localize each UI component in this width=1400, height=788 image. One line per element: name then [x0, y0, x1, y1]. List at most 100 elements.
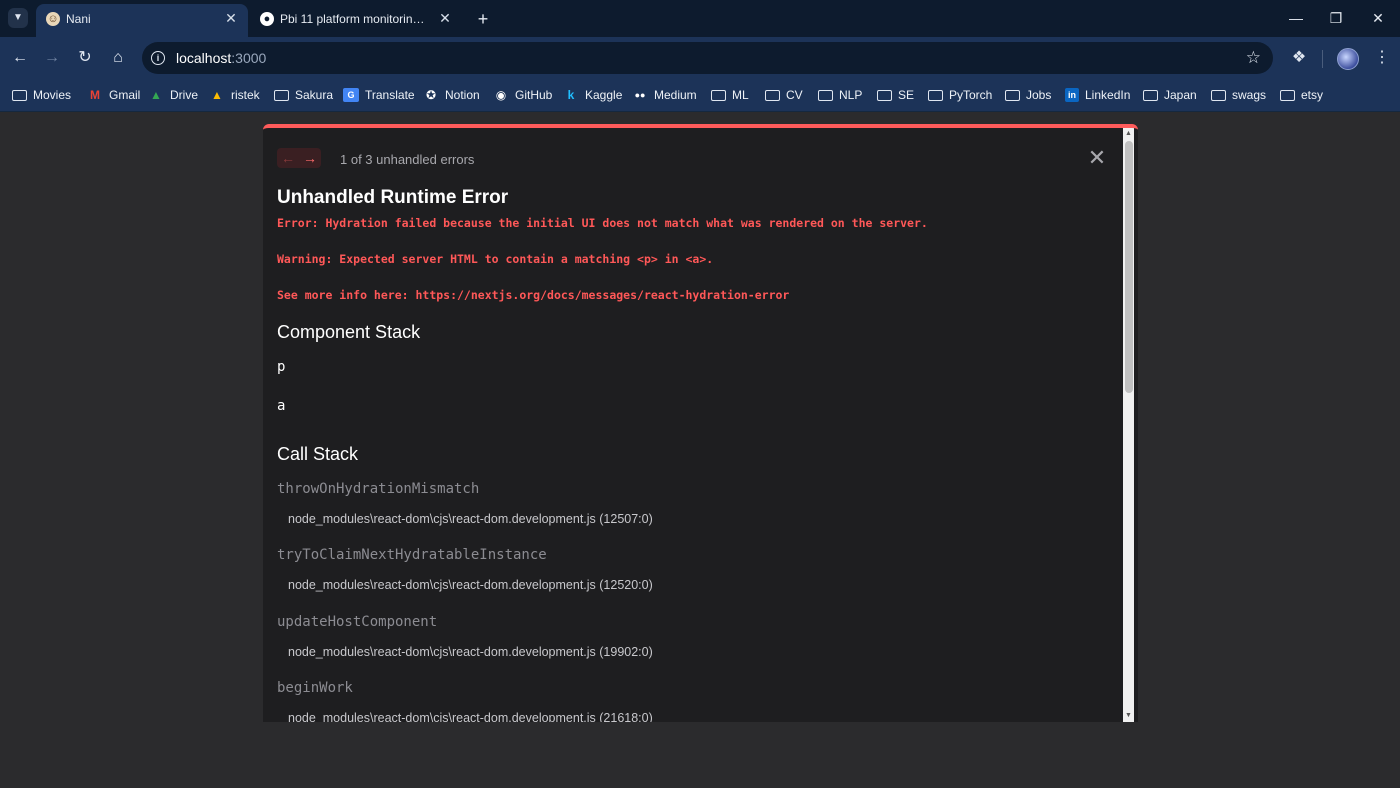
new-tab-plus-icon[interactable]: +	[473, 9, 493, 29]
address-bar[interactable]: i localhost:3000 ☆	[142, 42, 1273, 74]
tab-nani[interactable]: ☺ Nani ✕	[36, 4, 248, 37]
restore-icon[interactable]: ❐	[1324, 8, 1348, 28]
close-overlay-icon[interactable]: ✕	[1087, 147, 1107, 169]
error-overlay-dialog: ← → 1 of 3 unhandled errors ✕ Unhandled …	[263, 124, 1138, 722]
call-stack-function: tryToClaimNextHydratableInstance	[277, 547, 547, 563]
google-drive-icon: ▲	[150, 88, 162, 102]
bookmark-kaggle[interactable]: k Kaggle	[563, 85, 623, 105]
bookmark-label: Drive	[170, 88, 199, 102]
next-error-arrow-icon[interactable]: →	[299, 148, 321, 168]
bookmark-label: Sakura	[295, 88, 334, 102]
call-stack-file-link[interactable]: node_modules\react-dom\cjs\react-dom.dev…	[288, 512, 653, 526]
bookmark-ml[interactable]: ML	[711, 85, 749, 105]
call-stack-file-link[interactable]: node_modules\react-dom\cjs\react-dom.dev…	[288, 711, 653, 722]
bookmark-label: GitHub	[515, 88, 553, 102]
bookmark-ristek[interactable]: ▲ ristek	[209, 85, 260, 105]
bookmark-pytorch[interactable]: PyTorch	[928, 85, 992, 105]
bookmark-japan[interactable]: Japan	[1143, 85, 1197, 105]
anime-avatar-icon: ☺	[46, 12, 60, 26]
bookmark-label: CV	[786, 88, 803, 102]
call-stack-heading: Call Stack	[277, 444, 359, 464]
call-stack-function: updateHostComponent	[277, 614, 438, 630]
error-overlay-content: ← → 1 of 3 unhandled errors ✕ Unhandled …	[263, 128, 1123, 722]
extensions-puzzle-icon[interactable]: ❖	[1288, 47, 1310, 69]
component-stack-item: a	[277, 398, 286, 414]
browser-toolbar: ← → ↻ ⌂ i localhost:3000 ☆ ❖ ⋮	[0, 37, 1400, 79]
more-menu-icon[interactable]: ⋮	[1372, 47, 1392, 69]
bookmark-label: Jobs	[1026, 88, 1052, 102]
folder-icon	[274, 90, 289, 101]
bookmark-label: Movies	[33, 88, 72, 102]
error-title: Unhandled Runtime Error	[277, 187, 509, 208]
bookmark-jobs[interactable]: Jobs	[1005, 85, 1051, 105]
bookmark-etsy[interactable]: etsy	[1280, 85, 1323, 105]
bookmark-label: Japan	[1164, 88, 1197, 102]
toolbar-divider	[1322, 50, 1323, 68]
medium-icon: ●●	[634, 90, 646, 100]
bookmark-star-icon[interactable]: ☆	[1246, 48, 1261, 68]
reload-icon[interactable]: ↻	[74, 47, 96, 69]
profile-avatar[interactable]	[1337, 48, 1359, 70]
minimize-icon[interactable]: —	[1284, 8, 1308, 28]
bookmark-github[interactable]: ◉ GitHub	[493, 85, 553, 105]
bookmarks-bar: Movies M Gmail ▲ Drive ▲ ristek Sakura G Tra…	[0, 79, 1400, 112]
bookmark-notion[interactable]: ✪ Notion	[423, 85, 480, 105]
site-info-icon[interactable]: i	[151, 51, 165, 65]
bookmark-label: LinkedIn	[1085, 88, 1131, 102]
bookmark-label: ristek	[231, 88, 260, 102]
bookmark-gmail[interactable]: M Gmail	[87, 85, 140, 105]
scroll-up-arrow-icon[interactable]: ▲	[1123, 128, 1134, 140]
overlay-scrollbar[interactable]: ▲ ▼	[1123, 128, 1134, 722]
tab-title: Nani	[66, 12, 91, 26]
folder-icon	[12, 90, 27, 101]
bookmark-label: Medium	[654, 88, 697, 102]
bookmark-se[interactable]: SE	[877, 85, 914, 105]
tab-search-chevron-icon[interactable]: ▼	[8, 8, 28, 28]
github-icon: ◉	[495, 88, 507, 102]
error-message-line: Warning: Expected server HTML to contain…	[277, 252, 714, 266]
scrollbar-thumb[interactable]	[1125, 141, 1133, 393]
bookmark-swags[interactable]: swags	[1211, 85, 1266, 105]
call-stack-function: beginWork	[277, 680, 353, 696]
bookmark-sakura[interactable]: Sakura	[274, 85, 333, 105]
error-message-line: Error: Hydration failed because the init…	[277, 216, 928, 230]
close-tab-icon[interactable]: ✕	[436, 9, 454, 27]
window-close-icon[interactable]: ✕	[1366, 8, 1390, 28]
tab-github[interactable]: ● Pbi 11 platform monitoring setup ✕	[250, 4, 462, 37]
bookmark-label: SE	[898, 88, 915, 102]
call-stack-file-link[interactable]: node_modules\react-dom\cjs\react-dom.dev…	[288, 578, 653, 592]
back-arrow-icon[interactable]: ←	[9, 47, 31, 69]
home-icon[interactable]: ⌂	[107, 47, 129, 69]
tab-strip: ▼ ☺ Nani ✕ ● Pbi 11 platform monitoring …	[0, 0, 1400, 37]
bookmark-nlp[interactable]: NLP	[818, 85, 862, 105]
folder-icon	[1005, 90, 1020, 101]
bookmark-drive[interactable]: ▲ Drive	[148, 85, 198, 105]
folder-icon	[1143, 90, 1158, 101]
close-tab-icon[interactable]: ✕	[222, 9, 240, 27]
previous-error-arrow-icon[interactable]: ←	[277, 148, 299, 168]
linkedin-icon: in	[1065, 88, 1079, 102]
call-stack-file-link[interactable]: node_modules\react-dom\cjs\react-dom.dev…	[288, 645, 653, 659]
kaggle-icon: k	[567, 88, 575, 102]
scroll-down-arrow-icon[interactable]: ▼	[1123, 710, 1134, 722]
error-pager: ← →	[277, 148, 321, 168]
tab-title: Pbi 11 platform monitoring setup	[280, 12, 430, 26]
component-stack-item: p	[277, 359, 286, 375]
folder-icon	[818, 90, 833, 101]
bookmark-label: Gmail	[109, 88, 141, 102]
folder-icon	[711, 90, 726, 101]
bookmark-cv[interactable]: CV	[765, 85, 803, 105]
bookmark-label: ML	[732, 88, 749, 102]
forward-arrow-icon[interactable]: →	[41, 47, 63, 69]
bookmark-label: PyTorch	[949, 88, 993, 102]
bookmark-medium[interactable]: ●● Medium	[632, 85, 697, 105]
bookmark-translate[interactable]: G Translate	[343, 85, 415, 105]
github-icon: ●	[260, 12, 274, 26]
bookmark-linkedin[interactable]: in LinkedIn	[1065, 85, 1130, 105]
error-message-line: See more info here: https://nextjs.org/d…	[277, 288, 790, 302]
google-drive-icon: ▲	[211, 88, 223, 102]
bookmark-label: Translate	[365, 88, 415, 102]
bookmark-movies[interactable]: Movies	[12, 85, 71, 105]
call-stack-function: throwOnHydrationMismatch	[277, 481, 480, 497]
address-url[interactable]: localhost:3000	[176, 50, 266, 66]
